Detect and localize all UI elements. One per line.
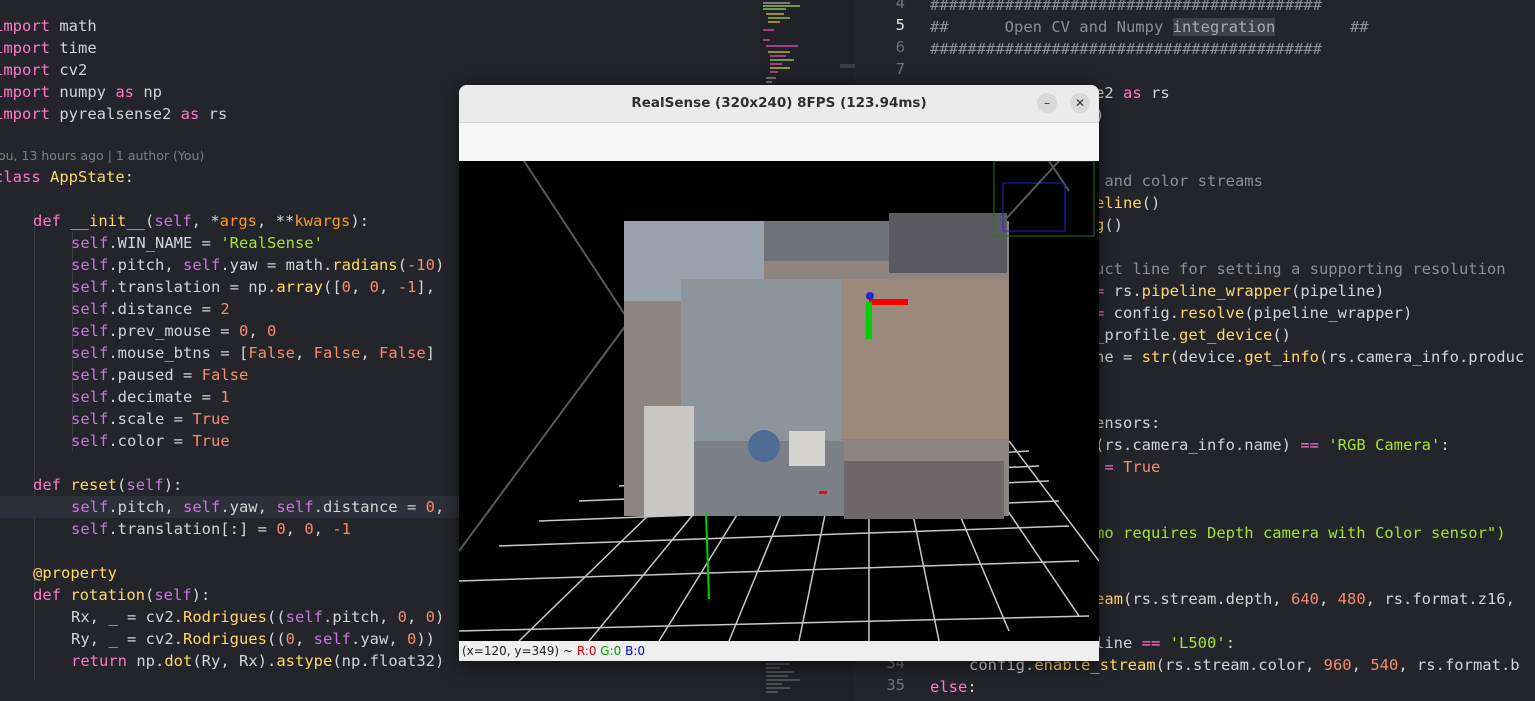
code-line[interactable]: self.color = True [71,430,230,452]
code-line[interactable]: self.pitch, self.yaw = math.radians(-10) [71,254,444,276]
code-line[interactable]: = rs.pipeline_wrapper(pipeline) [1095,280,1384,302]
window-titlebar[interactable]: RealSense (320x240) 8FPS (123.94ms) – ✕ [459,85,1099,123]
code-line[interactable]: import cv2 [0,59,87,81]
pointcloud-viewport[interactable] [459,161,1099,641]
code-line[interactable]: _profile.get_device() [1095,324,1291,346]
window-toolbar [459,123,1099,160]
blue-value: B:0 [625,644,646,658]
code-line[interactable]: Ry, _ = cv2.Rodrigues((0, self.yaw, 0)) [71,628,435,650]
minimize-button[interactable]: – [1037,93,1057,113]
cursor-coords: (x=120, y=349) ~ [462,644,573,658]
code-line[interactable]: @property [33,562,117,584]
minimize-icon: – [1044,96,1050,110]
code-line[interactable]: = config.resolve(pipeline_wrapper) [1095,302,1412,324]
code-line[interactable]: ne = str(device.get_info(rs.camera_info.… [1095,346,1524,368]
line-number: 4 [895,0,905,12]
code-line[interactable]: import pyrealsense2 as rs [0,103,227,125]
code-line[interactable]: ## Open CV and Numpy integration ## [930,16,1369,38]
code-line[interactable]: ensors: [1095,412,1160,434]
line-number: 35 [886,676,905,694]
code-line[interactable]: mo requires Depth camera with Color sens… [1095,522,1506,544]
code-line[interactable]: self.paused = False [71,364,248,386]
code-line[interactable]: (rs.camera_info.name) == 'RGB Camera': [1095,434,1450,456]
code-line[interactable]: e2 as rs [1095,82,1170,104]
line-number: 5 [895,16,905,34]
code-line[interactable]: self.translation[:] = 0, 0, -1 [71,518,351,540]
code-line[interactable]: class AppState: [0,166,134,188]
code-line[interactable]: self.decimate = 1 [71,386,230,408]
code-line[interactable]: self.pitch, self.yaw, self.distance = 0, [71,496,444,518]
code-line[interactable]: def __init__(self, *args, **kwargs): [33,210,369,232]
code-line[interactable]: Rx, _ = cv2.Rodrigues((self.pitch, 0, 0) [71,606,444,628]
green-value: G:0 [600,644,622,658]
line-number: 6 [895,38,905,56]
code-line[interactable]: = True [1095,456,1160,478]
code-line[interactable]: else: [930,676,977,698]
code-line[interactable]: self.distance = 2 [71,298,230,320]
code-line[interactable]: eam(rs.stream.depth, 640, 480, rs.format… [1095,588,1515,610]
code-line[interactable]: import time [0,37,97,59]
close-button[interactable]: ✕ [1070,93,1090,113]
window-title: RealSense (320x240) 8FPS (123.94ms) [631,95,927,111]
code-line[interactable]: g() [1095,214,1123,236]
code-line[interactable]: return np.dot(Ry, Rx).astype(np.float32) [71,650,444,672]
window-statusbar: (x=120, y=349) ~ R:0 G:0 B:0 [459,641,1099,661]
close-icon: ✕ [1074,96,1086,110]
code-line[interactable]: self.WIN_NAME = 'RealSense' [71,232,323,254]
pointcloud-render [459,161,1099,641]
code-line[interactable]: ########################################… [930,0,1322,16]
code-line[interactable]: self.scale = True [71,408,230,430]
code-line[interactable]: ########################################… [930,38,1322,60]
code-line[interactable]: import math [0,15,97,37]
git-blame-annotation[interactable]: You, 13 hours ago | 1 author (You) [0,148,204,163]
code-line[interactable]: self.mouse_btns = [False, False, False] [71,342,435,364]
indent-guide [34,210,35,680]
code-line[interactable]: import numpy as np [0,81,162,103]
line-number: 7 [895,60,905,78]
code-line[interactable]: line == 'L500': [1095,632,1235,654]
code-line[interactable]: def reset(self): [33,474,182,496]
code-line[interactable]: self.prev_mouse = 0, 0 [71,320,276,342]
code-line[interactable]: and color streams [1095,170,1263,192]
code-line[interactable]: uct line for setting a supporting resolu… [1095,258,1506,280]
code-line[interactable]: def rotation(self): [33,584,210,606]
red-value: R:0 [576,644,597,658]
realsense-window[interactable]: RealSense (320x240) 8FPS (123.94ms) – ✕ [459,85,1099,661]
code-line[interactable]: eline() [1095,192,1160,214]
code-line[interactable]: self.translation = np.array([0, 0, -1], [71,276,435,298]
